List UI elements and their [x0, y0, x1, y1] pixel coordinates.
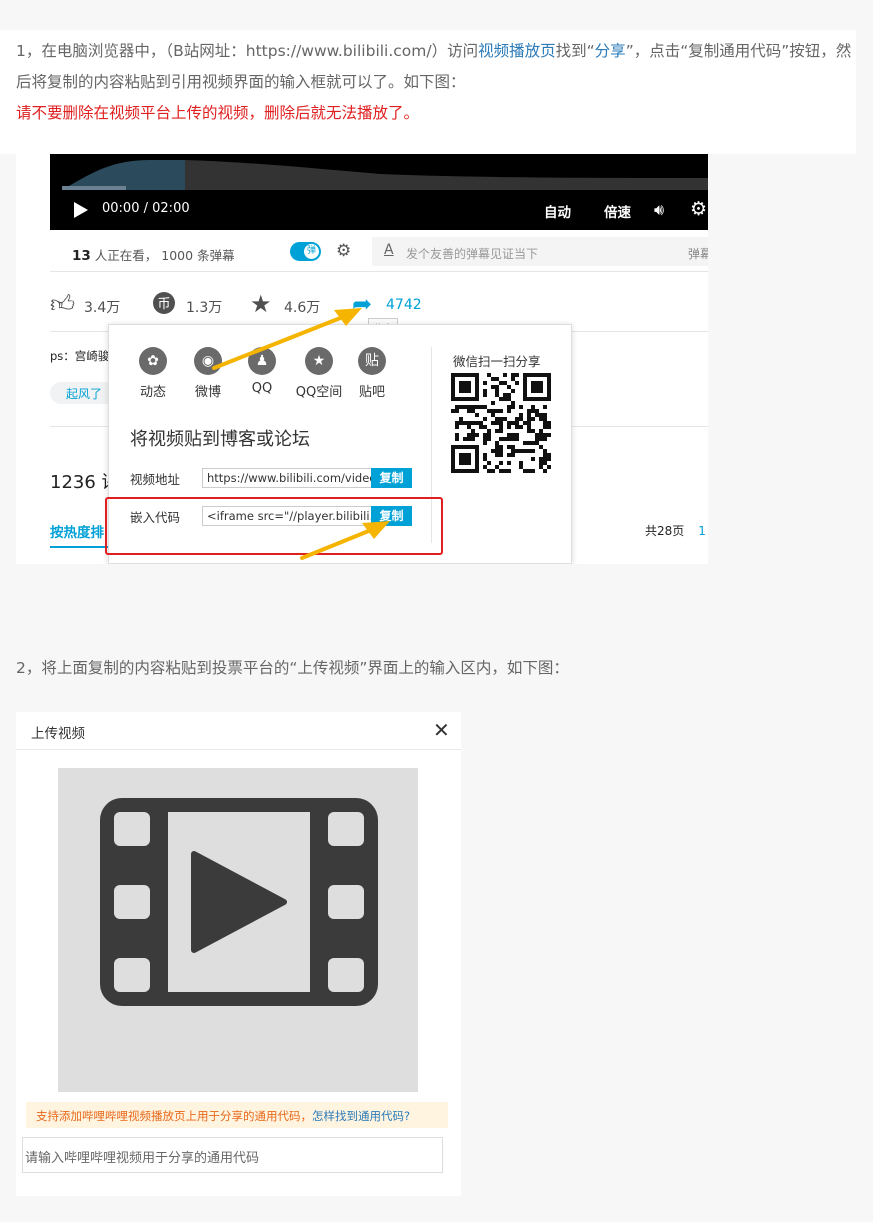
how-to-find-code-link[interactable]: 怎样找到通用代码?	[312, 1109, 410, 1123]
sort-hot-tab[interactable]: 按热度排	[50, 521, 104, 541]
copy-address-button[interactable]: 复制	[371, 468, 412, 488]
watching-info: 13 人正在看， 1000 条弹幕	[72, 248, 235, 264]
danmaku-input[interactable]: A 发个友善的弹幕见证当下 弹幕	[372, 237, 708, 266]
speed-button[interactable]: 倍速	[604, 201, 631, 221]
thumbs-up-icon: 👍︎	[50, 290, 76, 318]
dialog-title: 上传视频	[31, 726, 85, 742]
video-description: ps：宫崎骏	[50, 349, 110, 363]
share-target-tieba[interactable]: 贴 贴吧	[342, 347, 402, 400]
dynamic-icon: ✿	[139, 347, 167, 375]
time-display: 00:00 / 02:00	[102, 201, 190, 216]
upload-hint: 支持添加哔哩哔哩视频播放页上用于分享的通用代码，怎样找到通用代码?	[26, 1102, 448, 1128]
share-target-label: QQ空间	[295, 385, 343, 400]
embed-section-title: 将视频贴到博客或论坛	[130, 429, 310, 450]
play-icon[interactable]	[74, 202, 88, 218]
video-address-label: 视频地址	[130, 472, 181, 487]
active-tab-underline	[50, 546, 110, 548]
qq-icon: ♟	[248, 347, 276, 375]
danmaku-bar: 13 人正在看， 1000 条弹幕 弹 ⚙︎ A 发个友善的弹幕见证当下 弹幕	[50, 230, 708, 272]
danmaku-placeholder: 发个友善的弹幕见证当下	[406, 247, 539, 261]
progress-waveform	[62, 160, 708, 190]
share-link[interactable]: 分享	[595, 42, 626, 60]
intro-text: 1，在电脑浏览器中，（B站网址：https://www.bilibili.com…	[16, 42, 479, 60]
video-preview	[58, 768, 418, 1092]
intro-line-2: 后将复制的内容粘贴到引用视频界面的输入框就可以了。如下图：	[16, 73, 466, 91]
coin-icon: 币	[152, 290, 176, 320]
weibo-icon: ◉	[194, 347, 222, 375]
intro-text: ”，点击“复制通用代码”按钮，然	[625, 42, 852, 60]
share-arrow-icon: ➦	[352, 290, 373, 318]
qr-code-image	[451, 373, 551, 473]
coin-count: 1.3万	[186, 300, 223, 316]
video-page-link[interactable]: 视频播放页	[478, 42, 556, 60]
share-target-label: 微博	[194, 385, 221, 400]
danmaku-toggle-label: 弹	[304, 244, 319, 259]
share-target-weibo[interactable]: ◉ 微博	[178, 347, 238, 400]
share-count: 4742	[386, 297, 422, 313]
share-target-dynamic[interactable]: ✿ 动态	[123, 347, 183, 400]
share-target-qq[interactable]: ♟ QQ	[232, 347, 292, 396]
step-2-text: 2，将上面复制的内容粘贴到投票平台的“上传视频”界面上的输入区内，如下图：	[16, 659, 569, 677]
favorite-count: 4.6万	[284, 300, 321, 316]
share-target-label: 贴吧	[358, 385, 385, 400]
video-player[interactable]: 00:00 / 02:00 自动 倍速 🔊︎ ⚙	[50, 154, 708, 230]
wechat-scan-label: 微信扫一扫分享	[453, 354, 541, 369]
tieba-icon: 贴	[358, 347, 386, 375]
close-icon[interactable]: ✕	[433, 718, 450, 742]
volume-icon[interactable]: 🔊︎	[654, 200, 664, 220]
intro-line-1: 1，在电脑浏览器中，（B站网址：https://www.bilibili.com…	[16, 36, 856, 67]
pagination: 共28页 1	[645, 524, 706, 538]
bilibili-screenshot: 00:00 / 02:00 自动 倍速 🔊︎ ⚙ 13 人正在看， 1000 条…	[16, 128, 708, 564]
highlight-box	[105, 497, 443, 555]
danmaku-toggle[interactable]: 弹	[290, 242, 321, 261]
quality-auto-button[interactable]: 自动	[544, 201, 571, 221]
upload-video-dialog: 上传视频 ✕ 支持添加哔哩哔哩视频播放页上用于分享的通用代码，怎样找到通用代码?…	[16, 712, 461, 1196]
dialog-header: 上传视频 ✕	[16, 712, 461, 750]
share-target-label: QQ	[251, 381, 273, 396]
intro-text: 找到“	[555, 42, 595, 60]
warning-text: 请不要删除在视频平台上传的视频，删除后就无法播放了。	[16, 104, 420, 122]
svg-text:币: 币	[157, 297, 170, 312]
star-icon: ★	[250, 290, 272, 318]
qzone-icon: ★	[305, 347, 333, 375]
danmaku-send-label[interactable]: 弹幕	[688, 245, 708, 262]
share-target-qzone[interactable]: ★ QQ空间	[289, 347, 349, 400]
share-target-label: 动态	[139, 385, 166, 400]
video-address-field[interactable]: https://www.bilibili.com/video/	[202, 468, 372, 488]
film-strip-icon	[100, 798, 378, 1006]
text-style-icon[interactable]: A	[384, 242, 394, 258]
gear-icon[interactable]: ⚙	[690, 198, 707, 220]
page-number[interactable]: 1	[698, 524, 706, 538]
embed-code-input[interactable]: 请输入哔哩哔哩视频用于分享的通用代码	[22, 1137, 443, 1173]
like-count: 3.4万	[84, 300, 121, 316]
danmaku-settings-icon[interactable]: ⚙︎	[336, 241, 351, 261]
